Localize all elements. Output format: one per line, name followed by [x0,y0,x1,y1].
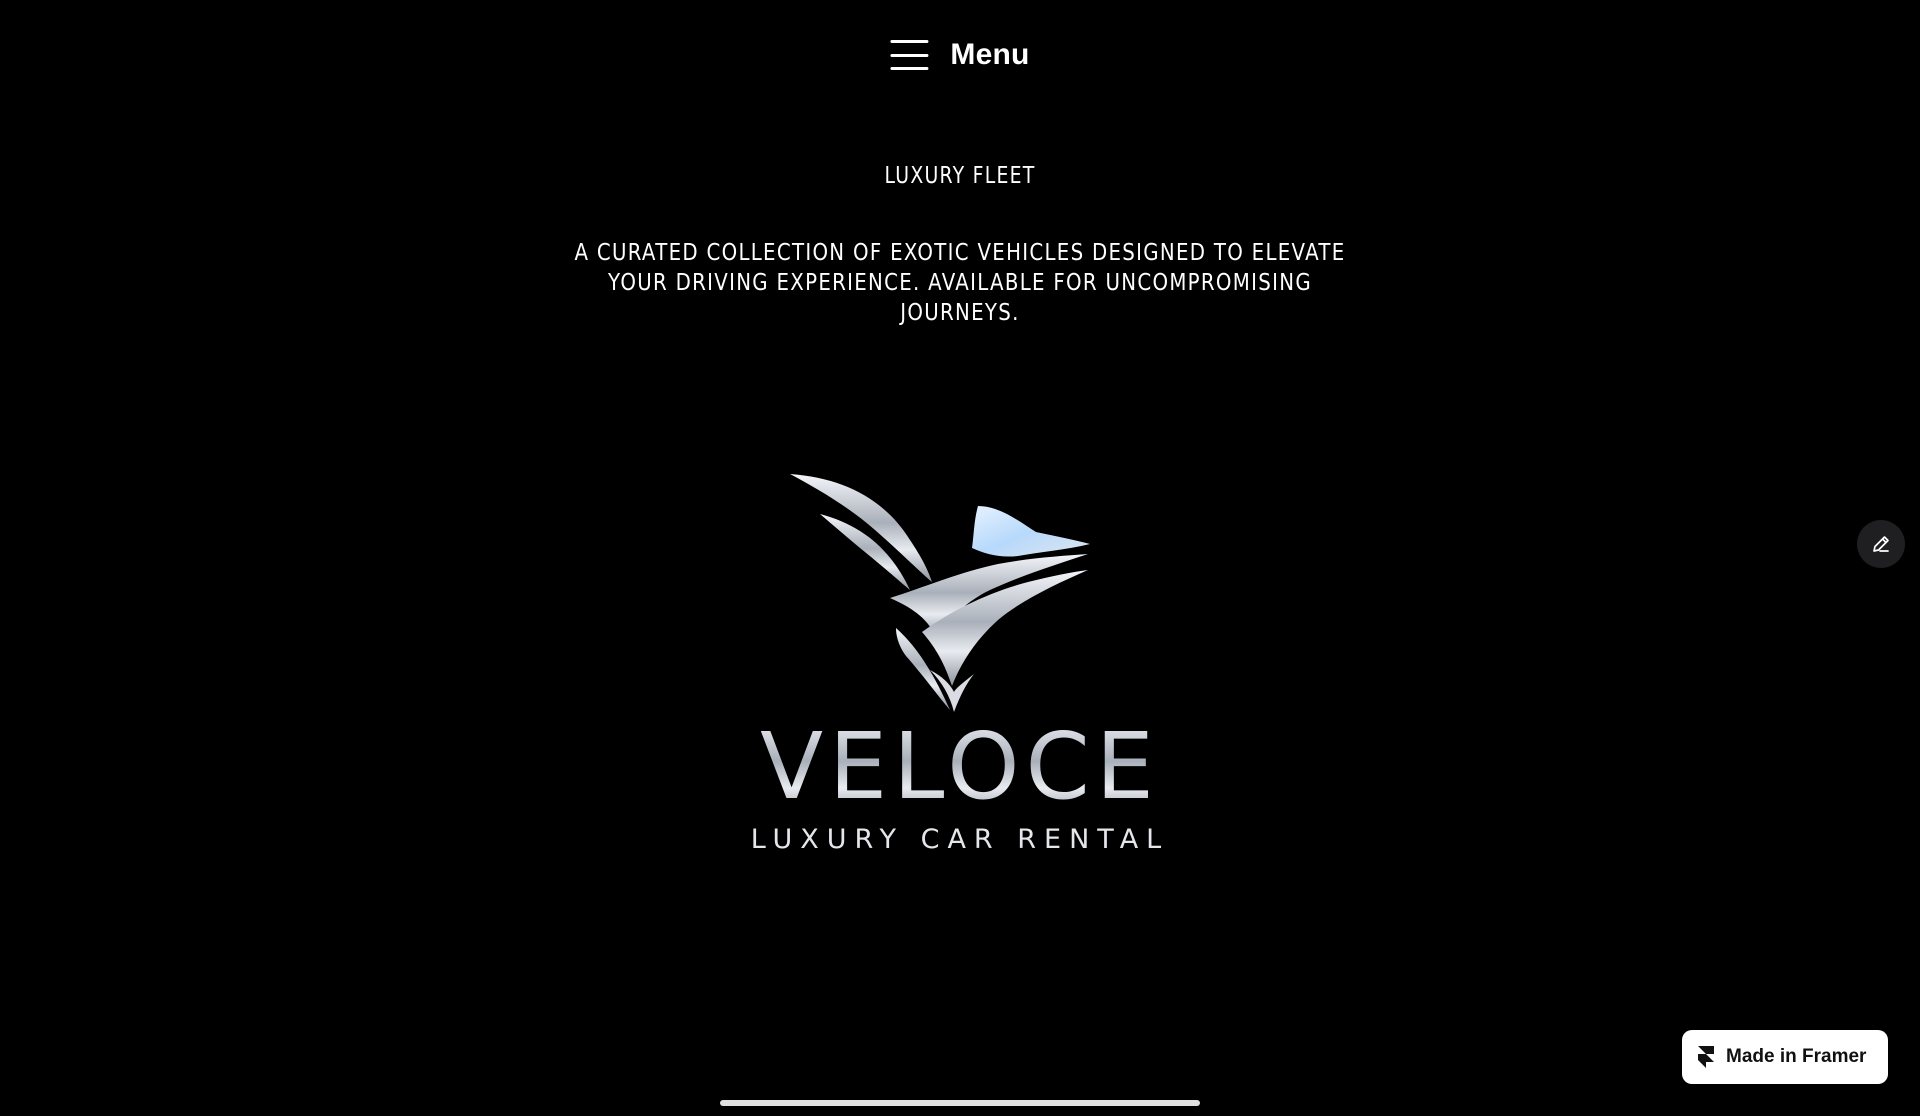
logo-tagline: LUXURY CAR RENTAL [751,824,1169,855]
edit-button[interactable] [1857,520,1905,568]
menu-button[interactable]: Menu [890,38,1029,72]
made-in-framer-badge[interactable]: Made in Framer [1682,1030,1888,1084]
framer-logo-icon [1698,1046,1714,1068]
veloce-logo: VELOCE LUXURY CAR RENTAL [660,460,1260,860]
pencil-icon [1873,536,1889,552]
badge-label: Made in Framer [1726,1046,1867,1067]
section-kicker: LUXURY FLEET [884,163,1036,189]
hamburger-icon [890,40,929,70]
logo-wordmark: VELOCE [760,713,1160,820]
section-description: A CURATED COLLECTION OF EXOTIC VEHICLES … [574,240,1346,326]
bird-wing-emblem-icon [790,474,1090,712]
menu-label: Menu [950,38,1030,71]
home-indicator[interactable] [720,1100,1200,1106]
